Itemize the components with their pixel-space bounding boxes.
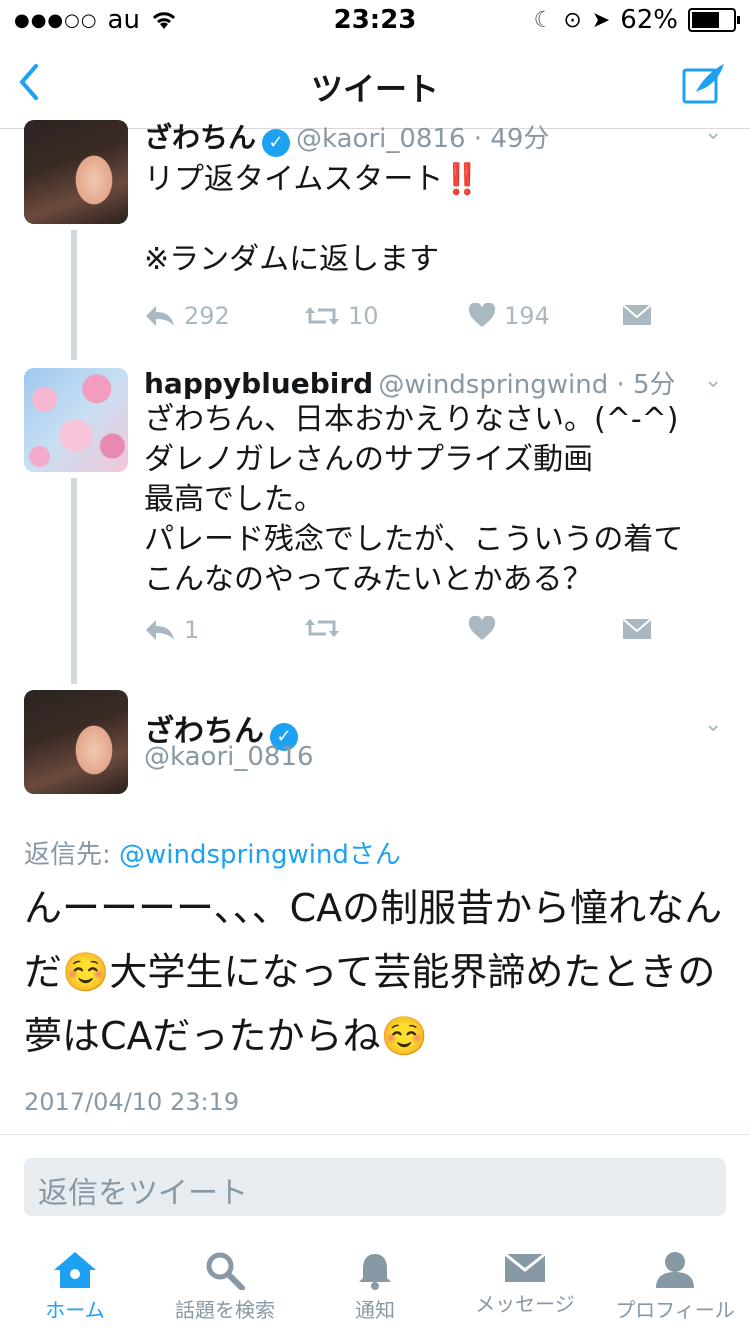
tab-notifications[interactable]: 通知 (300, 1240, 450, 1323)
profile-icon (656, 1252, 694, 1288)
reply-button[interactable]: 1 (144, 616, 199, 644)
compose-quill-icon (682, 64, 724, 104)
moon-icon: ☾ (533, 7, 554, 33)
tab-search[interactable]: 話題を検索 (150, 1240, 300, 1323)
main-tweet-text: んーーーー、、、CAの制服昔から憧れなんだ☺️大学生になって芸能界諦めたときの夢… (24, 886, 723, 1058)
rotation-lock-icon: ⊙ (563, 7, 582, 33)
divider (0, 1134, 750, 1135)
author-handle: @kaori_0816 (144, 742, 314, 772)
retweet-button[interactable]: 10 (304, 302, 379, 330)
tab-home[interactable]: ホーム (0, 1240, 150, 1323)
compose-button[interactable] (682, 62, 726, 106)
battery-percent: 62% (620, 5, 678, 35)
avatar[interactable] (24, 368, 128, 472)
tweet-text: ざわちん、日本おかえりなさい。(^-^) ダレノガレさんのサプライズ動画 最高で… (144, 402, 684, 597)
like-button[interactable]: 194 (468, 302, 550, 330)
retweet-icon (305, 619, 339, 637)
chevron-down-icon[interactable]: ⌄ (704, 368, 722, 393)
status-bar: ●●●○○ au 23:23 ☾ ⊙ ➤ 62% (0, 0, 750, 40)
envelope-icon (622, 304, 652, 325)
heart-icon (468, 303, 496, 327)
verified-badge-icon: ✓ (262, 128, 291, 157)
location-icon: ➤ (591, 7, 611, 33)
search-icon (206, 1252, 245, 1290)
reply-to: 返信先: @windspringwindさん (24, 840, 401, 870)
envelope-icon (504, 1252, 546, 1282)
reply-button[interactable]: 292 (144, 302, 230, 330)
tweet-actions: 292 10 194 (144, 302, 704, 338)
envelope-icon (622, 618, 652, 639)
thread-line (71, 478, 77, 684)
reply-input[interactable]: 返信をツイート (24, 1158, 726, 1216)
chevron-down-icon[interactable]: ⌄ (704, 120, 722, 145)
reply-to-link[interactable]: @windspringwindさん (119, 840, 401, 870)
author-handle: @kaori_0816 · 49分 (296, 124, 550, 154)
tweet-timestamp: 2017/04/10 23:19 (24, 1088, 240, 1116)
chevron-down-icon[interactable]: ⌄ (704, 712, 722, 737)
dm-button[interactable] (622, 304, 652, 326)
retweet-button[interactable] (304, 616, 340, 640)
home-icon (54, 1252, 96, 1288)
page-title: ツイート (310, 70, 439, 108)
author-name[interactable]: happybluebird (144, 367, 373, 400)
avatar[interactable] (24, 690, 128, 794)
tab-messages[interactable]: メッセージ (450, 1240, 600, 1317)
reply-icon (146, 620, 174, 640)
bell-icon (359, 1254, 391, 1290)
author-handle: @windspringwind · 5分 (378, 370, 676, 400)
retweet-icon (305, 307, 339, 325)
tab-profile[interactable]: プロフィール (600, 1240, 750, 1323)
battery-icon (688, 8, 740, 32)
thread-line (71, 230, 77, 360)
heart-icon (468, 616, 496, 640)
tweet-text: リプ返タイムスタート‼️ ※ランダムに返します (144, 162, 481, 277)
dm-button[interactable] (622, 618, 652, 640)
tweet-actions: 1 (144, 616, 704, 652)
reply-icon (146, 306, 174, 326)
tab-bar: ホーム 話題を検索 通知 メッセージ プロフィール (0, 1240, 750, 1334)
author-name[interactable]: ざわちん (144, 121, 256, 154)
like-button[interactable] (468, 616, 496, 642)
avatar[interactable] (24, 120, 128, 224)
